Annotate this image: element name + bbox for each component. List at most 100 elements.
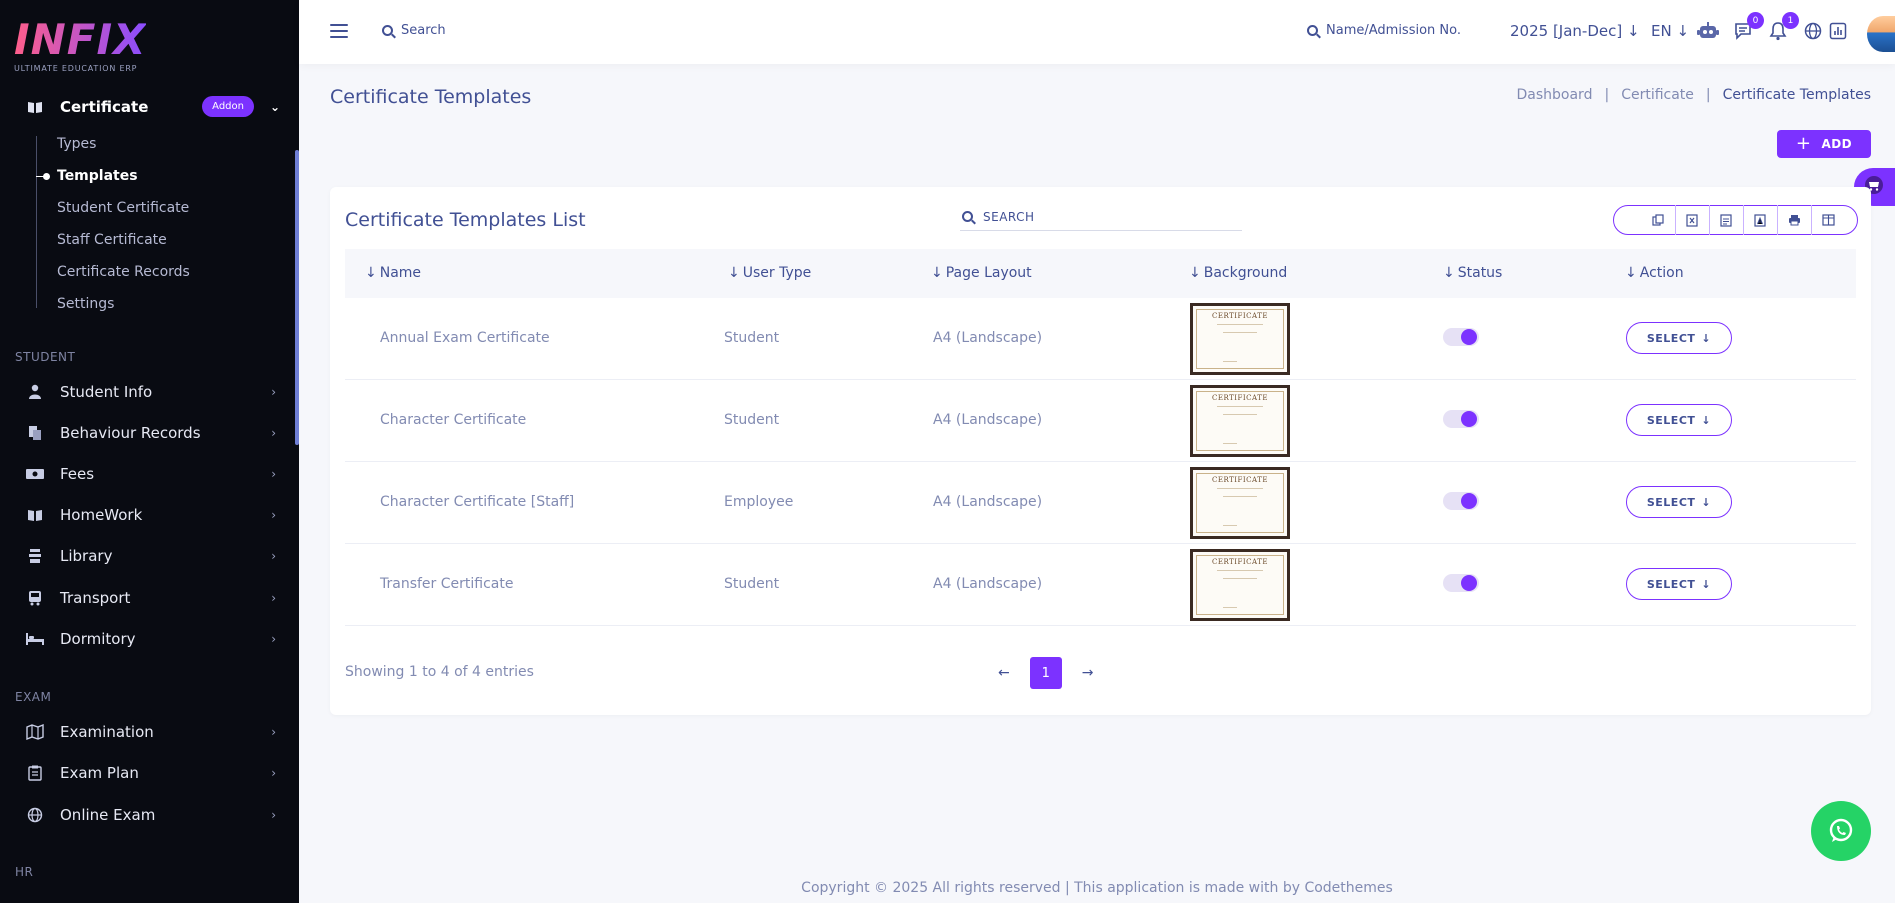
certificate-background-thumbnail: CERTIFICATE	[1190, 303, 1290, 375]
add-button-label: ADD	[1821, 137, 1853, 151]
csv-button[interactable]	[1710, 205, 1744, 235]
addon-badge: Addon	[202, 96, 254, 117]
chat-icon[interactable]: 0	[1732, 12, 1764, 42]
column-header-background[interactable]: ↓ Background	[1189, 265, 1287, 281]
globe-icon[interactable]	[1802, 20, 1824, 42]
sidebar-item-behaviour-records[interactable]: Behaviour Records ›	[26, 418, 276, 448]
avatar[interactable]	[1867, 16, 1895, 52]
export-button-group	[1613, 205, 1858, 235]
sidebar-item-exam-plan[interactable]: Exam Plan ›	[26, 758, 276, 788]
records-icon	[26, 424, 44, 442]
status-toggle[interactable]	[1443, 574, 1479, 592]
copy-button[interactable]	[1642, 205, 1676, 235]
table-row: Character Certificate Student A4 (Landsc…	[345, 380, 1856, 462]
templates-card: Certificate Templates List SEARCH ↓ Name …	[330, 187, 1871, 715]
sidebar-item-transport[interactable]: Transport ›	[26, 583, 276, 613]
chevron-right-icon: ›	[271, 591, 276, 605]
list-search-input[interactable]: SEARCH	[960, 203, 1242, 231]
list-search-placeholder: SEARCH	[983, 209, 1035, 224]
sidebar-item-library[interactable]: Library ›	[26, 541, 276, 571]
pagination: ← 1 →	[998, 657, 1093, 689]
topbar: Search Name/Admission No. 2025 [Jan-Dec]…	[299, 0, 1895, 64]
status-toggle[interactable]	[1443, 328, 1479, 346]
arrow-down-icon: ↓	[1701, 577, 1712, 591]
breadcrumb-dashboard[interactable]: Dashboard	[1517, 87, 1593, 103]
breadcrumb-certificate[interactable]: Certificate	[1621, 87, 1694, 103]
whatsapp-icon	[1829, 818, 1853, 842]
pdf-button[interactable]	[1744, 205, 1778, 235]
sidebar-item-online-exam[interactable]: Online Exam ›	[26, 800, 276, 830]
next-page-icon[interactable]: →	[1082, 665, 1094, 681]
status-toggle[interactable]	[1443, 410, 1479, 428]
cell-user-type: Student	[724, 412, 780, 428]
select-action-button[interactable]: SELECT ↓	[1626, 404, 1732, 436]
top-search[interactable]: Search	[382, 23, 446, 38]
sidebar-sub-types[interactable]: Types	[57, 136, 96, 152]
chart-icon[interactable]	[1827, 20, 1849, 42]
page-button-current[interactable]: 1	[1029, 657, 1062, 689]
select-label: SELECT	[1646, 495, 1696, 509]
excel-icon	[1686, 213, 1698, 227]
bell-icon[interactable]: 1	[1767, 12, 1799, 42]
column-header-user-type[interactable]: ↓ User Type	[728, 265, 811, 281]
select-label: SELECT	[1646, 331, 1696, 345]
sidebar-sub-templates[interactable]: Templates	[57, 168, 138, 184]
prev-page-icon[interactable]: ←	[998, 665, 1010, 681]
column-header-label: Background	[1203, 265, 1288, 281]
sidebar-item-dormitory[interactable]: Dormitory ›	[26, 624, 276, 654]
sidebar-scrollbar[interactable]	[295, 150, 299, 445]
column-header-label: User Type	[742, 265, 812, 281]
sidebar-item-certificate[interactable]: Certificate Addon ⌄	[26, 92, 280, 122]
status-toggle[interactable]	[1443, 492, 1479, 510]
column-header-page-layout[interactable]: ↓ Page Layout	[931, 265, 1032, 281]
language-select[interactable]: EN ↓	[1651, 22, 1689, 40]
breadcrumb-separator: |	[1604, 87, 1610, 103]
select-action-button[interactable]: SELECT ↓	[1626, 486, 1732, 518]
column-header-action[interactable]: ↓ Action	[1625, 265, 1684, 281]
copy-icon	[1652, 214, 1664, 226]
user-icon	[26, 383, 44, 401]
select-action-button[interactable]: SELECT ↓	[1626, 322, 1732, 354]
sidebar-item-student-info[interactable]: Student Info ›	[26, 377, 276, 407]
add-button[interactable]: + ADD	[1777, 130, 1871, 158]
globe-icon	[26, 806, 44, 824]
arrow-down-icon: ↓	[1701, 331, 1712, 345]
excel-button[interactable]	[1676, 205, 1710, 235]
column-header-name[interactable]: ↓ Name	[365, 265, 421, 281]
certificate-background-thumbnail: CERTIFICATE	[1190, 385, 1290, 457]
thumbnail-title: CERTIFICATE	[1212, 476, 1268, 484]
certificate-background-thumbnail: CERTIFICATE	[1190, 549, 1290, 621]
admission-search-label: Name/Admission No.	[1326, 23, 1461, 38]
admission-search[interactable]: Name/Admission No.	[1307, 23, 1461, 38]
sidebar-item-homework[interactable]: HomeWork ›	[26, 500, 276, 530]
chevron-right-icon: ›	[271, 632, 276, 646]
academic-year-select[interactable]: 2025 [Jan-Dec] ↓	[1510, 22, 1640, 40]
sidebar-item-fees[interactable]: Fees ›	[26, 459, 276, 489]
sidebar-sub-settings[interactable]: Settings	[57, 296, 114, 312]
sidebar-sub-staff-certificate[interactable]: Staff Certificate	[57, 232, 167, 248]
table-row: Character Certificate [Staff] Employee A…	[345, 462, 1856, 544]
sort-arrow-icon: ↓	[931, 265, 943, 281]
hamburger-menu-icon[interactable]	[330, 24, 348, 42]
clipboard-icon	[26, 764, 44, 782]
table-row: Transfer Certificate Student A4 (Landsca…	[345, 544, 1856, 626]
money-icon	[26, 465, 44, 483]
thumbnail-title: CERTIFICATE	[1212, 394, 1268, 402]
brand-logo[interactable]: INFIX ULTIMATE EDUCATION ERP	[14, 15, 147, 74]
sidebar-item-examination[interactable]: Examination ›	[26, 717, 276, 747]
whatsapp-button[interactable]	[1811, 801, 1871, 861]
sidebar-sub-student-certificate[interactable]: Student Certificate	[57, 200, 189, 216]
sidebar-sub-certificate-records[interactable]: Certificate Records	[57, 264, 190, 280]
robot-icon[interactable]	[1697, 20, 1719, 42]
cell-name: Character Certificate [Staff]	[380, 494, 575, 510]
sidebar: INFIX ULTIMATE EDUCATION ERP Certificate…	[0, 0, 299, 903]
notification-badge: 1	[1782, 12, 1799, 29]
chevron-right-icon: ›	[271, 725, 276, 739]
logo-text: INFIX	[14, 15, 147, 64]
column-header-status[interactable]: ↓ Status	[1443, 265, 1502, 281]
select-action-button[interactable]: SELECT ↓	[1626, 568, 1732, 600]
print-button[interactable]	[1778, 205, 1812, 235]
column-visibility-button[interactable]	[1812, 205, 1846, 235]
list-title: Certificate Templates List	[345, 209, 586, 231]
chat-badge: 0	[1747, 12, 1764, 29]
